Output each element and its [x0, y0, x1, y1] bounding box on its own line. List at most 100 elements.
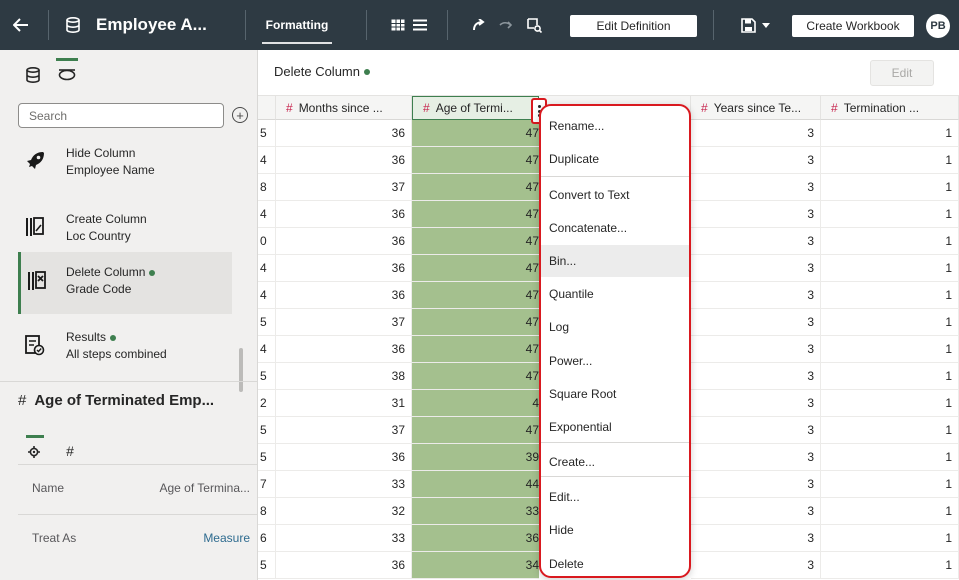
column-header[interactable] — [258, 96, 276, 120]
grid-view-button[interactable] — [388, 15, 408, 35]
table-cell[interactable]: 3 — [691, 255, 821, 282]
table-cell[interactable]: 47 — [412, 147, 539, 174]
table-cell[interactable]: 1 — [821, 174, 959, 201]
list-view-button[interactable] — [410, 15, 430, 35]
menu-item-delete[interactable]: Delete — [541, 548, 689, 576]
table-cell[interactable]: 36 — [276, 228, 412, 255]
table-cell[interactable]: 1 — [821, 444, 959, 471]
menu-item-hide[interactable]: Hide — [541, 514, 689, 546]
table-cell[interactable]: 33 — [276, 471, 412, 498]
table-cell[interactable]: 3 — [691, 147, 821, 174]
table-cell[interactable]: 47 — [412, 417, 539, 444]
step-results[interactable]: Results All steps combined — [18, 320, 232, 376]
menu-item-edit[interactable]: Edit... — [541, 481, 689, 513]
table-cell[interactable]: 1 — [821, 255, 959, 282]
step-hide-column[interactable]: Hide Column Employee Name — [18, 136, 232, 192]
redo-button[interactable] — [496, 15, 516, 35]
table-cell[interactable]: 5 — [258, 444, 276, 471]
table-cell[interactable]: 3 — [691, 498, 821, 525]
table-cell[interactable]: 1 — [821, 120, 959, 147]
table-cell[interactable]: 1 — [821, 390, 959, 417]
table-cell[interactable]: 3 — [691, 471, 821, 498]
table-cell[interactable]: 4 — [258, 282, 276, 309]
undo-button[interactable] — [468, 15, 488, 35]
column-header[interactable]: # Age of Termi... — [412, 96, 539, 120]
table-cell[interactable]: 1 — [821, 309, 959, 336]
table-cell[interactable]: 47 — [412, 228, 539, 255]
table-cell[interactable]: 36 — [276, 255, 412, 282]
table-cell[interactable]: 36 — [276, 147, 412, 174]
table-cell[interactable]: 3 — [691, 552, 821, 579]
steps-scrollbar[interactable] — [239, 348, 243, 392]
table-cell[interactable]: 47 — [412, 120, 539, 147]
table-cell[interactable]: 47 — [412, 336, 539, 363]
table-cell[interactable]: 36 — [276, 120, 412, 147]
table-cell[interactable]: 47 — [412, 255, 539, 282]
table-cell[interactable]: 1 — [821, 282, 959, 309]
table-cell[interactable]: 4 — [258, 147, 276, 174]
table-cell[interactable]: 38 — [276, 363, 412, 390]
add-step-button[interactable]: + — [232, 107, 248, 123]
menu-item-power[interactable]: Power... — [541, 345, 689, 377]
table-cell[interactable]: 31 — [276, 390, 412, 417]
table-cell[interactable]: 3 — [691, 201, 821, 228]
table-cell[interactable]: 3 — [691, 390, 821, 417]
treat-as-dropdown[interactable]: Measure — [203, 531, 250, 545]
menu-item-rename[interactable]: Rename... — [541, 110, 689, 142]
table-cell[interactable]: 36 — [276, 336, 412, 363]
table-cell[interactable]: 34 — [412, 552, 539, 579]
menu-item-exponential[interactable]: Exponential — [541, 411, 689, 443]
table-cell[interactable]: 5 — [258, 120, 276, 147]
steps-tab[interactable] — [56, 64, 78, 86]
table-cell[interactable]: 4 — [258, 336, 276, 363]
table-cell[interactable]: 4 — [258, 255, 276, 282]
table-cell[interactable]: 1 — [821, 363, 959, 390]
general-tab[interactable] — [24, 442, 44, 462]
table-cell[interactable]: 5 — [258, 309, 276, 336]
table-cell[interactable]: 44 — [412, 471, 539, 498]
table-cell[interactable]: 47 — [412, 282, 539, 309]
table-cell[interactable]: 3 — [691, 309, 821, 336]
table-cell[interactable]: 3 — [691, 282, 821, 309]
save-button[interactable] — [736, 14, 776, 36]
data-tab[interactable] — [22, 64, 44, 86]
table-cell[interactable]: 1 — [821, 498, 959, 525]
table-cell[interactable]: 36 — [276, 552, 412, 579]
table-cell[interactable]: 8 — [258, 174, 276, 201]
table-cell[interactable]: 1 — [821, 201, 959, 228]
table-cell[interactable]: 37 — [276, 174, 412, 201]
table-cell[interactable]: 8 — [258, 498, 276, 525]
table-cell[interactable]: 1 — [821, 336, 959, 363]
table-cell[interactable]: 47 — [412, 363, 539, 390]
table-cell[interactable]: 5 — [258, 417, 276, 444]
table-cell[interactable]: 3 — [691, 417, 821, 444]
table-cell[interactable]: 33 — [412, 498, 539, 525]
table-cell[interactable]: 3 — [691, 363, 821, 390]
number-format-tab[interactable]: # — [60, 441, 80, 461]
table-cell[interactable]: 36 — [412, 525, 539, 552]
menu-item-create[interactable]: Create... — [541, 446, 689, 478]
menu-item-log[interactable]: Log — [541, 311, 689, 343]
table-cell[interactable]: 2 — [258, 390, 276, 417]
column-header[interactable]: # Months since ... — [276, 96, 412, 120]
table-cell[interactable]: 32 — [276, 498, 412, 525]
menu-item-quantile[interactable]: Quantile — [541, 278, 689, 310]
user-avatar[interactable]: PB — [926, 14, 950, 38]
table-cell[interactable]: 37 — [276, 309, 412, 336]
table-cell[interactable]: 36 — [276, 201, 412, 228]
menu-item-square-root[interactable]: Square Root — [541, 378, 689, 410]
table-cell[interactable]: 1 — [821, 147, 959, 174]
table-cell[interactable]: 1 — [821, 552, 959, 579]
table-cell[interactable]: 47 — [412, 309, 539, 336]
table-cell[interactable]: 1 — [821, 471, 959, 498]
search-input[interactable]: Search — [18, 103, 224, 128]
table-cell[interactable]: 39 — [412, 444, 539, 471]
column-header[interactable]: # Years since Te... — [691, 96, 821, 120]
table-cell[interactable]: 3 — [691, 174, 821, 201]
create-workbook-button[interactable]: Create Workbook — [792, 15, 914, 37]
table-cell[interactable]: 3 — [691, 336, 821, 363]
column-header[interactable]: # Termination ... — [821, 96, 959, 120]
menu-item-convert-to-text[interactable]: Convert to Text — [541, 179, 689, 211]
table-cell[interactable]: 7 — [258, 471, 276, 498]
step-create-column[interactable]: Create Column Loc Country — [18, 202, 232, 258]
